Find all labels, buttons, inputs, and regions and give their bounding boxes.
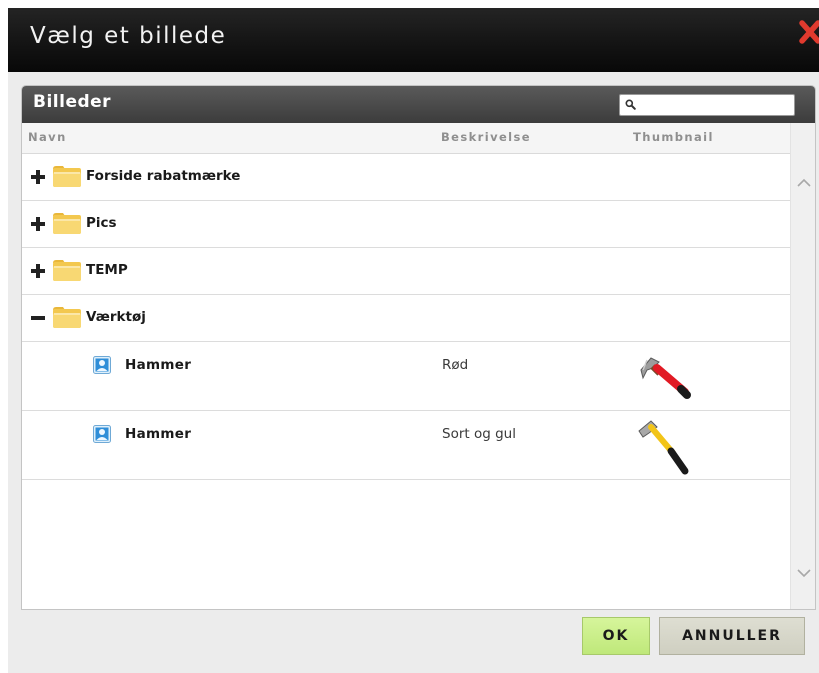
scroll-down-chevron-icon[interactable] [797, 568, 811, 578]
search-box[interactable] [619, 94, 795, 116]
vertical-scrollbar[interactable] [790, 123, 815, 609]
folder-label: Pics [86, 215, 117, 231]
column-header-description[interactable]: Beskrivelse [441, 130, 531, 144]
plus-icon[interactable] [31, 217, 45, 231]
folder-label: Værktøj [86, 309, 146, 325]
folder-icon [53, 213, 81, 234]
close-x-icon[interactable] [799, 20, 819, 44]
tree-image-row[interactable]: Hammer Sort og gul [22, 411, 790, 480]
ok-button[interactable]: OK [582, 617, 650, 655]
image-file-icon [93, 356, 111, 374]
tree-folder-row[interactable]: Pics [22, 201, 790, 248]
column-header-row: Navn Beskrivelse Thumbnail [22, 123, 790, 154]
plus-icon[interactable] [31, 264, 45, 278]
panel-header: Billeder [22, 86, 815, 123]
dialog-titlebar: Vælg et billede [8, 8, 819, 72]
minus-icon[interactable] [31, 311, 45, 325]
yellow-black-hammer-thumbnail [638, 420, 689, 475]
column-header-name[interactable]: Navn [28, 130, 67, 144]
image-description: Rød [442, 357, 469, 373]
image-file-icon [93, 425, 111, 443]
folder-icon [53, 166, 81, 187]
tree-image-row[interactable]: Hammer Rød [22, 342, 790, 411]
tree-folder-row[interactable]: TEMP [22, 248, 790, 295]
cancel-button[interactable]: ANNULLER [659, 617, 805, 655]
folder-label: Forside rabatmærke [86, 168, 241, 184]
folder-icon [53, 260, 81, 281]
dialog-title: Vælg et billede [30, 23, 227, 49]
image-description: Sort og gul [442, 426, 516, 442]
search-input[interactable] [638, 95, 788, 113]
panel-title: Billeder [33, 92, 112, 112]
image-picker-dialog: Vælg et billede Billeder Navn Beskrivels… [8, 8, 819, 673]
image-name: Hammer [125, 357, 192, 373]
tree-folder-row[interactable]: Forside rabatmærke [22, 154, 790, 201]
column-header-thumbnail[interactable]: Thumbnail [633, 130, 714, 144]
folder-icon [53, 307, 81, 328]
search-icon [625, 99, 636, 110]
tree-folder-row[interactable]: Værktøj [22, 295, 790, 342]
images-panel: Billeder Navn Beskrivelse Thumbnail Fors… [21, 85, 816, 610]
plus-icon[interactable] [31, 170, 45, 184]
folder-label: TEMP [86, 262, 128, 278]
red-hammer-thumbnail [640, 357, 691, 399]
scroll-up-chevron-icon[interactable] [797, 178, 811, 188]
image-name: Hammer [125, 426, 192, 442]
